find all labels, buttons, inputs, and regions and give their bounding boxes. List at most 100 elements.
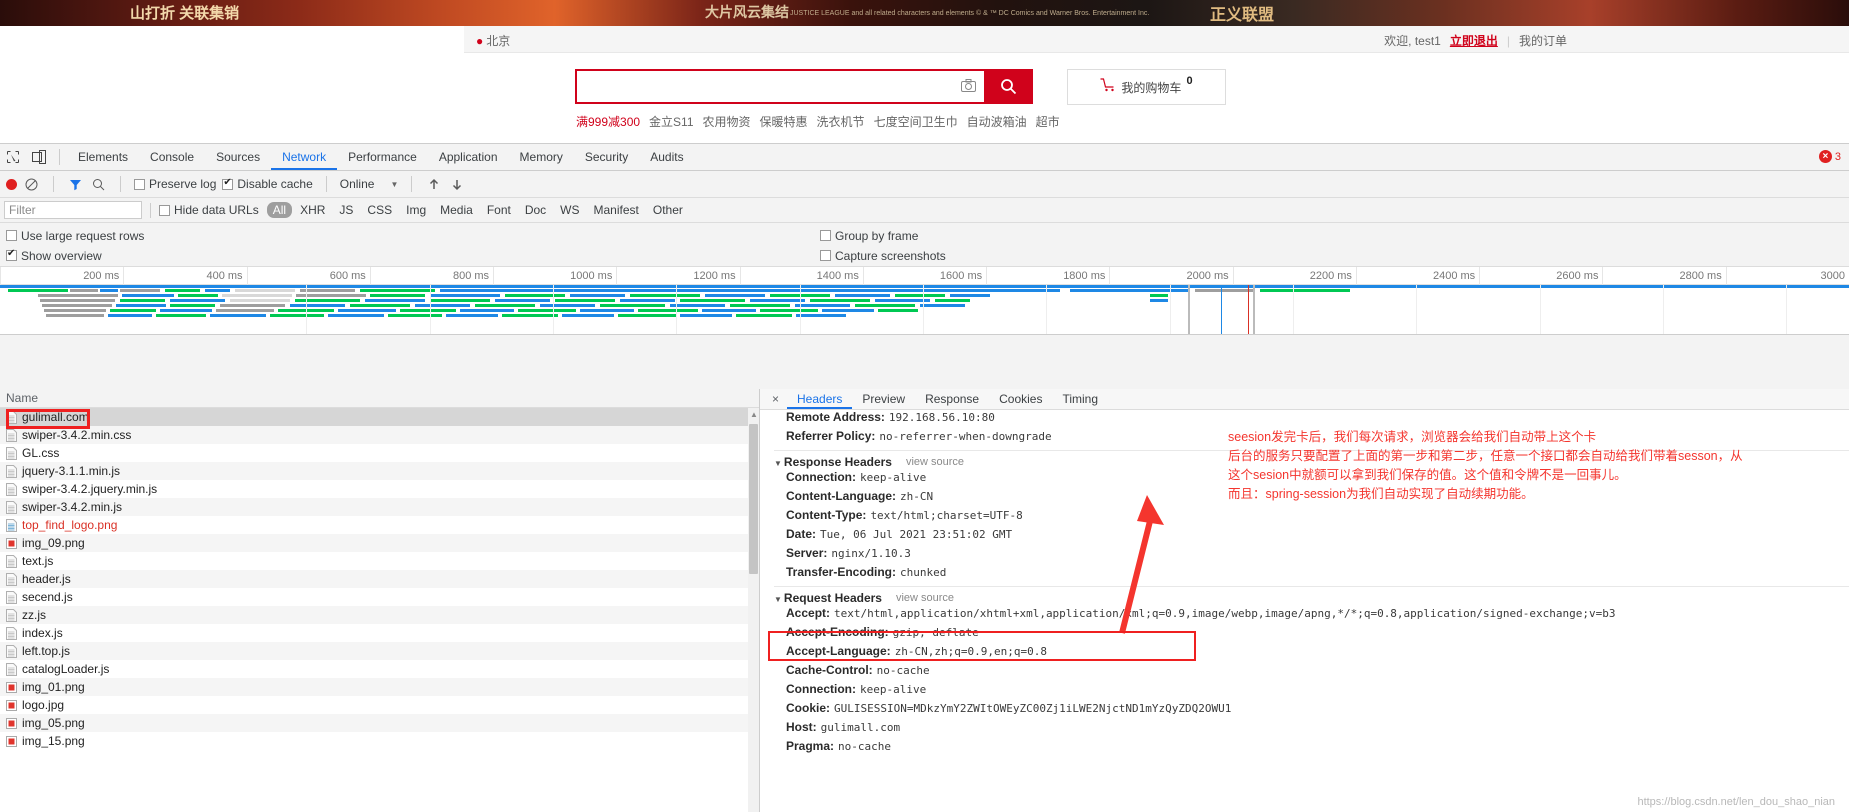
request-row[interactable]: img_01.png	[0, 678, 759, 696]
scrollbar-thumb[interactable]	[749, 424, 758, 574]
export-har-icon[interactable]	[448, 176, 465, 193]
request-row[interactable]: img_09.png	[0, 534, 759, 552]
search-icon[interactable]	[90, 176, 107, 193]
hot-keyword-2[interactable]: 农用物资	[703, 113, 751, 130]
overview-window-handle[interactable]	[1188, 285, 1190, 334]
throttling-select[interactable]: Online ▼	[340, 177, 399, 191]
show-overview-checkbox[interactable]: Show overview	[6, 248, 102, 263]
type-filter-media[interactable]: Media	[434, 202, 479, 218]
request-row[interactable]: GL.css	[0, 444, 759, 462]
hot-keyword-3[interactable]: 保暖特惠	[760, 113, 808, 130]
details-tab-response[interactable]: Response	[915, 389, 989, 409]
location-selector[interactable]: ● 北京	[476, 32, 510, 49]
request-row[interactable]: left.top.js	[0, 642, 759, 660]
banner-right-text: 正义联盟	[1210, 7, 1275, 24]
my-orders-link[interactable]: 我的订单	[1519, 32, 1567, 49]
request-row[interactable]: swiper-3.4.2.min.js	[0, 498, 759, 516]
request-name: text.js	[22, 554, 54, 568]
request-row[interactable]: img_05.png	[0, 714, 759, 732]
details-tab-timing[interactable]: Timing	[1052, 389, 1108, 409]
hide-data-urls-checkbox[interactable]: Hide data URLs	[159, 203, 259, 217]
overview-window-handle[interactable]	[1253, 285, 1255, 334]
network-overview[interactable]: 200 ms 400 ms 600 ms 800 ms 1000 ms 1200 ms 14…	[0, 267, 1849, 335]
record-button-icon[interactable]	[6, 178, 17, 190]
devtools-tab-network[interactable]: Network	[271, 144, 338, 170]
request-row[interactable]: logo.jpg	[0, 696, 759, 714]
type-filter-other[interactable]: Other	[647, 202, 689, 218]
devtools-tab-security[interactable]: Security	[574, 144, 639, 170]
devtools-tab-audits[interactable]: Audits	[639, 144, 694, 170]
details-tab-headers[interactable]: Headers	[787, 389, 853, 409]
type-filter-xhr[interactable]: XHR	[294, 202, 331, 218]
hot-keyword-5[interactable]: 七度空间卫生巾	[874, 113, 958, 130]
response-view-source-link[interactable]: view source	[906, 456, 964, 468]
camera-icon[interactable]	[961, 79, 976, 97]
logout-link[interactable]: 立即退出	[1450, 32, 1498, 49]
devtools-tab-elements[interactable]: Elements	[67, 144, 139, 170]
image-thumb-icon	[6, 699, 17, 711]
devtools-tab-console[interactable]: Console	[139, 144, 205, 170]
overview-tick-4: 1000 ms	[493, 267, 616, 285]
hot-keyword-1[interactable]: 金立S11	[649, 113, 693, 130]
search-button[interactable]	[984, 69, 1033, 104]
type-filter-doc[interactable]: Doc	[519, 202, 552, 218]
request-row[interactable]: index.js	[0, 624, 759, 642]
filter-input[interactable]	[4, 201, 142, 219]
request-row[interactable]: swiper-3.4.2.min.css	[0, 426, 759, 444]
request-list-scrollbar[interactable]: ▲	[748, 408, 759, 812]
request-header-row: Accept-Language: zh-CN,zh;q=0.9,en;q=0.8	[774, 644, 1849, 663]
request-row[interactable]: secend.js	[0, 588, 759, 606]
request-row[interactable]: swiper-3.4.2.jquery.min.js	[0, 480, 759, 498]
search-input[interactable]	[577, 71, 984, 102]
request-view-source-link[interactable]: view source	[896, 592, 954, 604]
funnel-filter-icon[interactable]	[67, 176, 84, 193]
device-toolbar-icon[interactable]	[26, 144, 52, 170]
gulimall-site-header: 山打折 关联集销 大片风云集结 JUSTICE LEAGUE and all r…	[0, 0, 1849, 143]
details-tab-preview[interactable]: Preview	[852, 389, 915, 409]
scroll-up-icon[interactable]: ▲	[750, 410, 758, 419]
promo-banner[interactable]: 山打折 关联集销 大片风云集结 JUSTICE LEAGUE and all r…	[0, 0, 1849, 26]
type-filter-img[interactable]: Img	[400, 202, 432, 218]
overview-bar	[365, 299, 425, 302]
type-filter-css[interactable]: CSS	[361, 202, 398, 218]
request-row[interactable]: text.js	[0, 552, 759, 570]
devtools-tab-sources[interactable]: Sources	[205, 144, 271, 170]
hot-keyword-6[interactable]: 自动波箱油	[967, 113, 1027, 130]
clear-icon[interactable]	[23, 176, 40, 193]
overview-gridline	[1786, 285, 1787, 334]
preserve-log-checkbox[interactable]: Preserve log	[134, 177, 216, 191]
request-row[interactable]: jquery-3.1.1.min.js	[0, 462, 759, 480]
disable-cache-checkbox[interactable]: Disable cache	[222, 177, 313, 191]
details-tab-cookies[interactable]: Cookies	[989, 389, 1052, 409]
request-row[interactable]: top_find_logo.png	[0, 516, 759, 534]
hot-keyword-0[interactable]: 满999减300	[576, 113, 640, 130]
overview-bar	[70, 289, 98, 292]
import-har-icon[interactable]	[425, 176, 442, 193]
inspect-element-icon[interactable]	[0, 144, 26, 170]
type-filter-js[interactable]: JS	[333, 202, 359, 218]
hot-keyword-4[interactable]: 洗衣机节	[817, 113, 865, 130]
type-filter-all[interactable]: All	[266, 202, 293, 218]
use-large-rows-checkbox[interactable]: Use large request rows	[6, 229, 144, 243]
topbar-account-area: 欢迎, test1 立即退出 | 我的订单	[1384, 32, 1567, 49]
capture-screenshots-checkbox[interactable]: Capture screenshots	[820, 249, 946, 263]
request-row[interactable]: gulimall.com	[0, 408, 759, 426]
search-box[interactable]	[575, 69, 984, 104]
devtools-tab-performance[interactable]: Performance	[337, 144, 428, 170]
devtools-tab-memory[interactable]: Memory	[509, 144, 574, 170]
type-filter-font[interactable]: Font	[481, 202, 517, 218]
request-row[interactable]: catalogLoader.js	[0, 660, 759, 678]
type-filter-manifest[interactable]: Manifest	[588, 202, 645, 218]
request-row[interactable]: header.js	[0, 570, 759, 588]
group-by-frame-checkbox[interactable]: Group by frame	[820, 229, 918, 243]
request-headers-section[interactable]: ▼ Request Headers view source	[774, 586, 1849, 606]
request-row[interactable]: zz.js	[0, 606, 759, 624]
type-filter-ws[interactable]: WS	[554, 202, 585, 218]
request-row[interactable]: img_15.png	[0, 732, 759, 750]
close-icon[interactable]: ×	[766, 392, 785, 406]
cart-button[interactable]: 我的购物车 0	[1067, 69, 1226, 105]
devtools-tab-application[interactable]: Application	[428, 144, 509, 170]
hot-keyword-7[interactable]: 超市	[1036, 113, 1060, 130]
overview-bar	[822, 309, 874, 312]
error-badge[interactable]: × 3	[1818, 150, 1841, 163]
